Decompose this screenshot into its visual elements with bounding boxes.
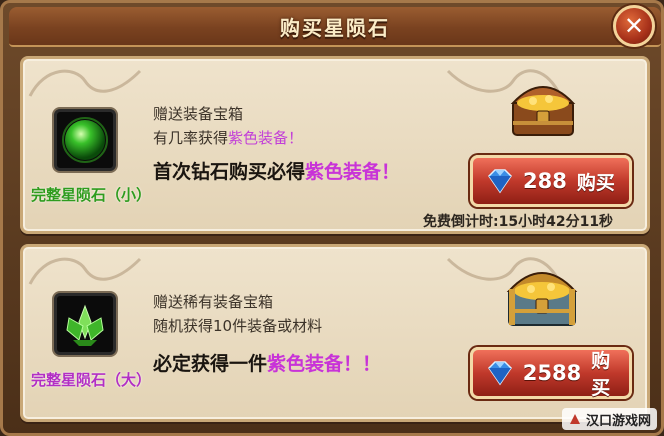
buy-button[interactable]: 2588 购买 [470, 347, 632, 399]
gem-name: 完整星陨石（小） [31, 186, 152, 204]
offer-description: 赠送稀有装备宝箱 [153, 293, 274, 311]
dialog-title: 购买星陨石 [280, 15, 390, 40]
green-lotus-crystal-icon [66, 304, 104, 346]
dialog-title-bar: 购买星陨石 [9, 7, 661, 47]
promo-highlight: 紫色装备！！ [267, 353, 382, 375]
diamond-icon [488, 169, 512, 194]
decor-swirl-icon [28, 257, 142, 285]
gem-slot [54, 293, 116, 355]
offer-card-small: 完整星陨石（小） 赠送装备宝箱 有几率获得紫色装备！ 首次钻石购买必得紫色装备！… [20, 56, 650, 234]
green-orb-icon [62, 117, 108, 163]
diamond-icon [488, 361, 512, 386]
price-value: 2588 [522, 361, 582, 385]
desc-text: 有几率获得 [153, 129, 229, 147]
buy-label: 购买 [576, 171, 615, 194]
free-countdown: 免费倒计时:15小时42分11秒 [423, 211, 613, 231]
buy-label: 购买 [591, 350, 611, 399]
buy-button[interactable]: 288 购买 [470, 155, 632, 207]
watermark: 汉口游戏网 [561, 408, 657, 430]
desc-suffix: ！ [288, 129, 304, 147]
close-icon: ✕ [623, 12, 645, 40]
decor-swirl-icon [28, 69, 142, 97]
gem-slot [54, 109, 116, 171]
timer-value: 15小时42分11秒 [498, 214, 614, 230]
promo-prefix: 首次钻石购买必得 [153, 161, 306, 183]
offer-description-2: 随机获得10件装备或材料 [153, 317, 323, 335]
desc-highlight: 紫色装备 [228, 129, 289, 147]
treasure-chest-icon [510, 86, 576, 136]
promo-text: 首次钻石购买必得紫色装备！ [153, 157, 400, 184]
promo-highlight: 紫色装备！ [305, 161, 401, 183]
watermark-logo-icon [569, 414, 580, 424]
offer-description: 赠送装备宝箱 [153, 105, 244, 123]
watermark-text: 汉口游戏网 [585, 413, 651, 429]
purchase-dialog: 购买星陨石 ✕ 完整星陨石（小） 赠送装备宝箱 有几率获得紫色装备！ 首次钻石购… [0, 0, 664, 436]
price-value: 288 [523, 169, 567, 193]
offer-card-large: 完整星陨石（大） 赠送稀有装备宝箱 随机获得10件装备或材料 必定获得一件紫色装… [20, 244, 650, 422]
promo-text: 必定获得一件紫色装备！！ [153, 349, 381, 376]
promo-prefix: 必定获得一件 [153, 353, 268, 375]
offer-description-2: 有几率获得紫色装备！ [153, 127, 303, 148]
timer-label: 免费倒计时: [423, 214, 499, 230]
treasure-chest-icon [506, 272, 578, 326]
close-button[interactable]: ✕ [613, 5, 655, 47]
gem-name: 完整星陨石（大） [31, 371, 152, 389]
